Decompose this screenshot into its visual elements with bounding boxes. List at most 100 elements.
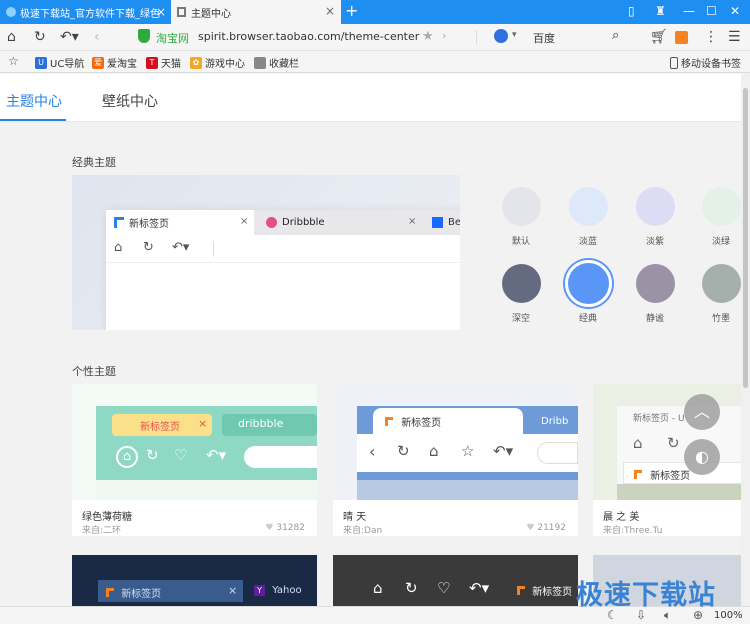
search-icon[interactable]: ⌕ xyxy=(612,28,619,43)
preview-address xyxy=(244,446,317,468)
back-icon[interactable]: ‹ xyxy=(94,29,100,45)
preview-body xyxy=(357,480,578,500)
search-engine-label: 百度 xyxy=(533,32,555,45)
refresh-icon: ↻ xyxy=(667,434,680,452)
swatch-label: 静谧 xyxy=(645,314,664,324)
browser-tab-download-site[interactable]: 极速下载站_官方软件下载_绿色 xyxy=(0,0,170,24)
close-tab-icon[interactable]: × xyxy=(156,5,166,19)
watermark-logo: 极速下载站 xyxy=(576,580,716,611)
preview-tab-label: dribbble xyxy=(238,417,284,430)
scrollbar[interactable] xyxy=(741,74,750,606)
chevron-right-icon[interactable]: › xyxy=(442,29,446,42)
url-text[interactable]: spirit.browser.taobao.com/theme-center xyxy=(198,30,419,43)
coupon-icon[interactable] xyxy=(675,31,688,44)
dribbble-icon xyxy=(266,217,277,228)
star-icon[interactable]: ★ xyxy=(422,29,434,44)
refresh-icon[interactable]: ↻ xyxy=(34,29,46,45)
site-name: 淘宝网 xyxy=(156,32,189,45)
feedback-button[interactable]: ◐ xyxy=(684,439,720,475)
bookmark-game[interactable]: ✿ 游戏中心 xyxy=(190,55,245,70)
theme-card-dark-gray[interactable]: ⌂ ↻ ♡ ↶▾ 新标签页 xyxy=(333,555,578,606)
folder-icon xyxy=(254,56,266,69)
zoom-level[interactable]: 100% xyxy=(714,610,743,621)
new-tab-icon xyxy=(106,588,114,597)
tab-wallpaper-center[interactable]: 壁纸中心 xyxy=(102,91,158,111)
close-icon: × xyxy=(198,417,208,430)
new-tab-icon xyxy=(385,417,393,426)
behance-icon xyxy=(432,217,443,228)
new-tab-button[interactable]: + xyxy=(345,3,358,19)
address-bar[interactable]: 淘宝网 spirit.browser.taobao.com/theme-cent… xyxy=(120,27,480,48)
scroll-top-button[interactable]: ︿ xyxy=(684,394,720,430)
menu-icon[interactable]: ☰ xyxy=(728,29,741,45)
undo-icon: ↶▾ xyxy=(469,579,490,597)
tmall-icon: T xyxy=(146,56,158,69)
uc-icon: U xyxy=(35,56,47,69)
color-swatch[interactable] xyxy=(565,260,612,307)
close-window-icon[interactable]: ✕ xyxy=(730,4,740,18)
divider xyxy=(106,262,460,263)
preview-tab: 新标签页 × xyxy=(112,414,212,436)
color-swatch[interactable] xyxy=(702,187,741,226)
preview-tab-label: Dribb xyxy=(541,416,569,427)
bookmark-label: 天猫 xyxy=(161,59,181,70)
theme-source: 来自:Dan xyxy=(343,526,383,536)
maximize-icon[interactable]: ☐ xyxy=(706,4,717,18)
color-swatch[interactable] xyxy=(702,264,741,303)
close-icon: × xyxy=(240,216,249,227)
undo-icon: ↶▾ xyxy=(206,446,227,464)
yahoo-icon: Y xyxy=(254,585,265,596)
theme-card-mint[interactable]: 新标签页 × dribbble ⌂ ↻ ♡ ↶▾ 绿色薄荷糖 来自:二环 ♥ 3… xyxy=(72,384,317,536)
theme-card-sunny[interactable]: 新标签页 Dribb ‹ ↻ ⌂ ☆ ↶▾ 晴 天 来自:Dan ♥ 21192 xyxy=(333,384,578,536)
preview-tab-label: Dribbble xyxy=(282,217,325,228)
bookmark-uc[interactable]: U UC导航 xyxy=(35,55,84,70)
refresh-icon: ↻ xyxy=(397,442,410,460)
sidebar-toggle-icon[interactable]: ▯ xyxy=(628,4,635,18)
bookmark-aitaobao[interactable]: 爱 爱淘宝 xyxy=(92,55,137,70)
bookmark-tmall[interactable]: T 天猫 xyxy=(146,55,181,70)
tab-theme-center[interactable]: 主题中心 xyxy=(6,91,62,111)
bookmark-favorites[interactable]: 收藏栏 xyxy=(254,55,299,70)
color-swatch[interactable] xyxy=(502,187,541,226)
preview-tab: 新标签页 xyxy=(373,408,523,434)
theme-card-morning[interactable]: 新标签页 - U ⌂ ↻ 新标签页 晨 之 美 来自:Three.Tu xyxy=(593,384,750,536)
theme-preview: 新标签页 × dribbble ⌂ ↻ ♡ ↶▾ xyxy=(72,384,317,500)
refresh-icon: ↻ xyxy=(146,446,159,464)
preview-tab-label: 新标签页 xyxy=(650,471,691,482)
theme-card-dark-blue[interactable]: 新标签页 × Y Yahoo xyxy=(72,555,317,606)
color-swatch[interactable] xyxy=(502,264,541,303)
preview-tab-behance: Be xyxy=(424,210,460,235)
theme-name: 绿色薄荷糖 xyxy=(82,512,132,523)
theme-center-tabs: 主题中心 壁纸中心 xyxy=(0,74,750,122)
preview-tab: dribbble xyxy=(222,414,317,436)
swatch-label: 默认 xyxy=(511,237,530,247)
preview-tab-label: 新标签页 xyxy=(401,418,442,429)
preview-window: 新标签页 × Dribbble × Be ⌂ ↻ ↶▾ xyxy=(106,210,460,330)
color-swatch[interactable] xyxy=(636,187,675,226)
chevron-down-icon[interactable]: ▾ xyxy=(512,30,517,40)
bookmarks-bar: ☆ U UC导航 爱 爱淘宝 T 天猫 ✿ 游戏中心 收藏栏 移动设备书签 xyxy=(0,51,750,73)
undo-icon[interactable]: ↶▾ xyxy=(60,29,79,45)
navigation-bar: ⌂ ↻ ↶▾ ‹ 淘宝网 spirit.browser.taobao.com/t… xyxy=(0,24,750,51)
classic-theme-preview[interactable]: 新标签页 × Dribbble × Be ⌂ ↻ ↶▾ xyxy=(72,175,460,330)
mobile-bookmarks[interactable]: 移动设备书签 xyxy=(670,55,741,70)
bookmark-label: UC导航 xyxy=(50,59,85,70)
color-swatch[interactable] xyxy=(636,264,675,303)
star-outline-icon[interactable]: ☆ xyxy=(8,54,19,68)
likes-count: 31282 xyxy=(276,523,305,533)
minimize-icon[interactable]: — xyxy=(683,4,695,18)
browser-tab-theme-center[interactable]: 主题中心 × xyxy=(171,0,341,24)
heart-icon: ♡ xyxy=(174,446,188,464)
personal-themes-heading: 个性主题 xyxy=(72,365,116,378)
cart-icon[interactable]: 🛒︎ xyxy=(650,29,668,45)
home-icon[interactable]: ⌂ xyxy=(7,29,16,45)
scrollbar-thumb[interactable] xyxy=(743,88,748,388)
close-tab-icon[interactable]: × xyxy=(325,5,335,17)
refresh-icon: ↻ xyxy=(405,579,418,597)
more-icon[interactable]: ⋮ xyxy=(704,29,718,45)
skin-icon[interactable]: ♜ xyxy=(655,4,666,18)
search-box[interactable]: ▾ 百度 ⌕ xyxy=(490,27,640,48)
color-swatch[interactable] xyxy=(569,187,608,226)
heart-icon: ♥ xyxy=(526,523,538,533)
preview-body xyxy=(617,484,750,500)
